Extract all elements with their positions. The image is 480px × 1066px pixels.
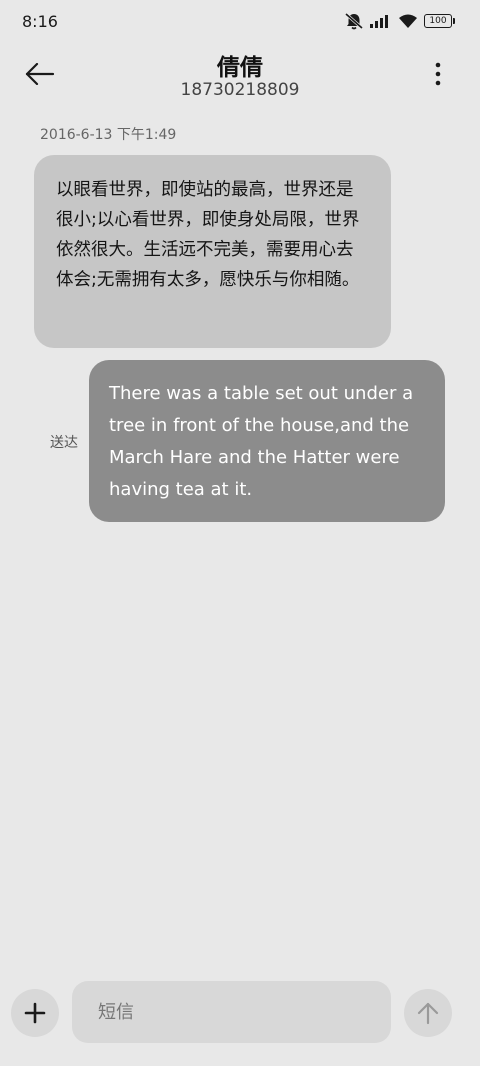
status-time: 8:16 [22,12,58,31]
outgoing-message-bubble[interactable]: There was a table set out under a tree i… [89,360,445,522]
message-input[interactable] [72,981,391,1043]
status-icons: 100 [344,12,455,30]
more-options-button[interactable] [426,60,450,88]
add-attachment-button[interactable] [11,989,59,1037]
status-bar: 8:16 100 [0,0,480,44]
contact-name: 倩倩 [217,55,263,81]
plus-icon [24,1002,46,1024]
mute-alarm-icon [344,12,364,30]
message-timestamp: 2016-6-13 下午1:49 [40,127,177,143]
incoming-message-bubble[interactable]: 以眼看世界，即使站的最高，世界还是很小;以心看世界，即使身处局限，世界依然很大。… [34,155,391,348]
send-button[interactable] [404,989,452,1037]
compose-bar [0,981,480,1045]
battery-icon: 100 [424,14,455,28]
conversation-header: 倩倩 18730218809 [0,44,480,108]
delivery-status: 送达 [50,435,78,451]
signal-icon [370,14,392,28]
wifi-icon [398,14,418,29]
contact-number: 18730218809 [180,80,300,100]
more-vertical-icon [435,62,441,86]
send-arrow-up-icon [417,1002,439,1025]
